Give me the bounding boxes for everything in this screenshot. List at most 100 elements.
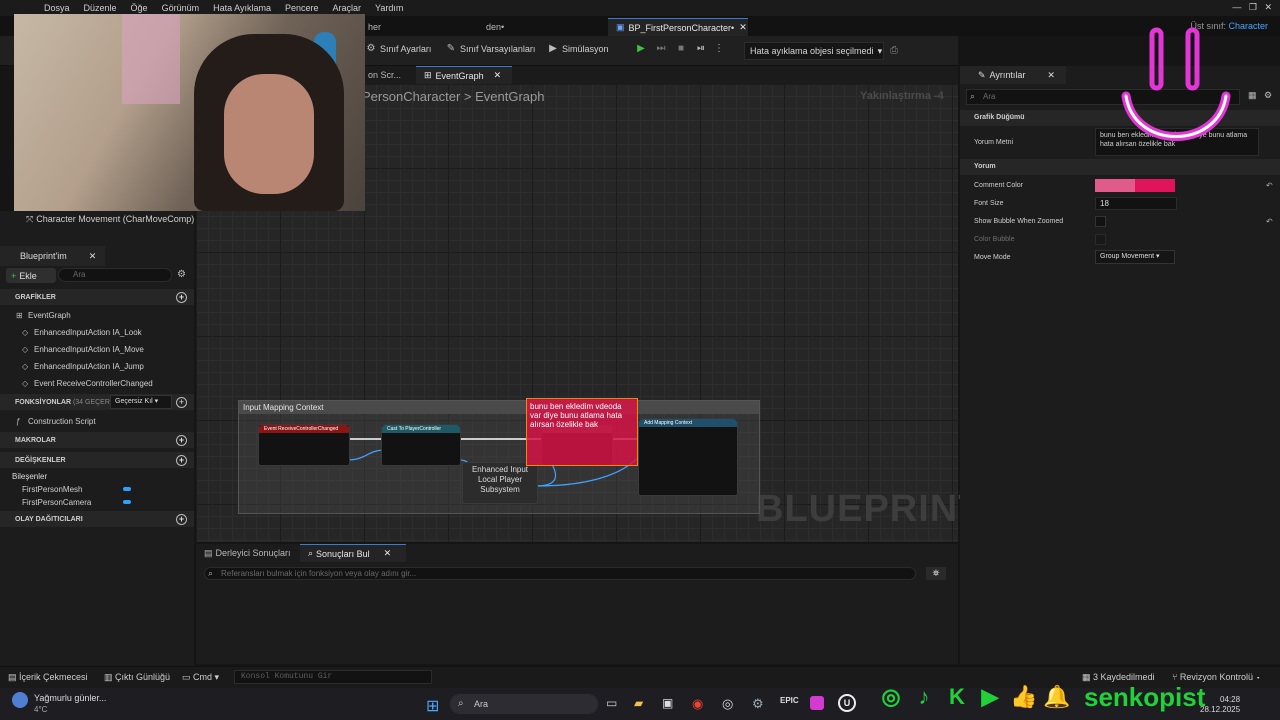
color-bubble-checkbox[interactable]	[1095, 234, 1106, 245]
menu-debug[interactable]: Hata Ayıklama	[213, 3, 271, 13]
class-defaults-button[interactable]: ✎ Sınıf Varsayılanları	[446, 44, 536, 55]
stop-icon[interactable]: ■	[676, 44, 686, 54]
unreal-engine-icon[interactable]: U	[838, 694, 856, 712]
graph-ia-look[interactable]: ◇ EnhancedInputAction IA_Look	[0, 324, 194, 340]
override-dropdown[interactable]: Geçersiz Kıl ▾	[110, 395, 172, 409]
node-event-receive-controller-changed[interactable]: Event ReceiveControllerChanged	[258, 424, 350, 466]
find-results-input[interactable]: Referansları bulmak için fonksiyon veya …	[204, 567, 916, 580]
add-macro-icon[interactable]: +	[176, 434, 187, 446]
windows-start-icon[interactable]: ⊞	[426, 696, 439, 716]
add-button[interactable]: + Ekle	[6, 268, 56, 283]
menu-window[interactable]: Pencere	[285, 3, 319, 13]
node-enhanced-input-subsystem[interactable]: Enhanced Input Local Player Subsystem	[462, 462, 538, 504]
components-category[interactable]: Bileşenler	[0, 470, 194, 482]
section-comment[interactable]: Yorum	[960, 159, 1280, 175]
weather-text[interactable]: Yağmurlu günler...	[34, 693, 106, 703]
gear-icon[interactable]: ⚙	[177, 269, 186, 280]
eject-icon[interactable]: ⏯	[696, 44, 706, 54]
close-icon[interactable]: ✕	[494, 70, 502, 81]
var-first-person-camera[interactable]: FirstPersonCamera	[0, 496, 194, 508]
menu-file[interactable]: Dosya	[44, 3, 70, 13]
blueprint-watermark: BLUEPRINT	[756, 488, 983, 530]
debug-icon[interactable]: ⎙	[890, 45, 898, 56]
node-add-mapping-context[interactable]: Add Mapping Context	[638, 418, 738, 496]
revision-control-button[interactable]: ⑂ Revizyon Kontrolü ▾	[1172, 672, 1261, 682]
close-icon[interactable]: ✕	[89, 251, 97, 262]
binoculars-icon[interactable]: ⛯	[926, 567, 946, 580]
step-icon[interactable]: ⏭	[656, 44, 666, 54]
tiktok-icon: ♪	[918, 684, 930, 709]
simulation-button[interactable]: ▶ Simülasyon	[548, 44, 608, 55]
gear-icon[interactable]: ⚙	[1264, 90, 1272, 101]
output-log-button[interactable]: ▥ Çıktı Günlüğü	[104, 672, 170, 683]
tab-construction-script[interactable]: on Scr...	[360, 66, 409, 84]
tab-details[interactable]: ✎ Ayrıntılar ✕	[960, 66, 1066, 84]
menu-edit[interactable]: Düzenle	[84, 3, 117, 13]
close-icon[interactable]: ✕	[1047, 70, 1055, 81]
parent-class-link[interactable]: Character	[1228, 21, 1268, 31]
brand-name: senkopist	[1084, 681, 1206, 712]
close-icon[interactable]: ✕	[739, 22, 747, 33]
store-icon[interactable]: ▣	[662, 696, 673, 710]
pink-comment-bubble[interactable]: bunu ben ekledim vdeoda var diye bunu at…	[526, 398, 638, 466]
console-input[interactable]: Konsol Komutunu Gir	[234, 670, 432, 684]
cmd-dropdown[interactable]: ▭ Cmd ▾	[182, 672, 219, 683]
weather-icon[interactable]	[12, 692, 28, 708]
section-graphs[interactable]: GRAFİKLER +	[0, 289, 194, 305]
table-view-icon[interactable]: ▦	[1248, 90, 1257, 101]
menu-tools[interactable]: Araçlar	[333, 3, 362, 13]
graph-ia-jump[interactable]: ◇ EnhancedInputAction IA_Jump	[0, 358, 194, 374]
add-variable-icon[interactable]: +	[176, 454, 187, 466]
function-construction-script[interactable]: ƒ Construction Script	[0, 413, 194, 429]
window-controls[interactable]: — ❐ ✕	[1232, 2, 1272, 13]
label-comment-text: Yorum Metni	[974, 139, 1014, 146]
node-cast-to-player-controller[interactable]: Cast To PlayerController	[381, 424, 461, 466]
component-char-movement[interactable]: ⤧ Character Movement (CharMoveComp)	[26, 214, 194, 225]
tab-bp-firstperson[interactable]: ▣ BP_FirstPersonCharacter• ✕	[608, 18, 748, 36]
menu-view[interactable]: Görünüm	[162, 3, 200, 13]
tab-compiler-results[interactable]: ▤ Derleyici Sonuçları	[196, 544, 299, 562]
chrome-icon[interactable]: ◉	[692, 696, 703, 712]
var-first-person-mesh[interactable]: FirstPersonMesh	[0, 483, 194, 495]
move-mode-dropdown[interactable]: Group Movement ▾	[1095, 250, 1175, 264]
reset-icon[interactable]: ↶	[1266, 181, 1273, 190]
graph-event-controller-changed[interactable]: ◇ Event ReceiveControllerChanged	[0, 375, 194, 391]
show-bubble-checkbox[interactable]	[1095, 216, 1106, 227]
taskbar-search[interactable]: Ara	[450, 694, 598, 714]
graph-ia-move[interactable]: ◇ EnhancedInputAction IA_Move	[0, 341, 194, 357]
graph-event-graph[interactable]: ⊞ EventGraph	[0, 307, 194, 323]
steam-icon[interactable]: ⚙	[752, 696, 764, 712]
blueprint-search-input[interactable]: Ara	[58, 268, 172, 282]
section-event-dispatchers[interactable]: OLAY DAĞITICILARI +	[0, 511, 194, 527]
tab-den[interactable]: den•	[478, 18, 512, 36]
section-variables[interactable]: DEĞİŞKENLER +	[0, 452, 194, 468]
section-macros[interactable]: MAKROLAR +	[0, 432, 194, 448]
clock[interactable]: 04:28 28.12.2025	[1200, 695, 1240, 715]
reset-icon[interactable]: ↶	[1266, 217, 1273, 226]
youtube-icon: ▶	[981, 684, 999, 709]
comment-color-swatch[interactable]	[1095, 179, 1175, 192]
close-icon[interactable]: ✕	[384, 548, 392, 559]
menu-help[interactable]: Yardım	[375, 3, 403, 13]
github-icon[interactable]: ◎	[722, 696, 733, 712]
debug-object-select[interactable]: Hata ayıklama objesi seçilmedi ▾	[744, 42, 884, 60]
blueprint-icon: ▣	[616, 22, 625, 32]
menu-asset[interactable]: Öğe	[131, 3, 148, 13]
epic-games-icon[interactable]: EPIC	[780, 696, 799, 705]
tab-event-graph[interactable]: ⊞ EventGraph ✕	[416, 66, 512, 84]
add-function-icon[interactable]: +	[176, 397, 187, 408]
font-size-input[interactable]: 18	[1095, 197, 1177, 210]
file-explorer-icon[interactable]: ▰	[634, 696, 643, 710]
task-view-icon[interactable]: ▭	[606, 696, 617, 710]
tab-find-results[interactable]: ⌕ Sonuçları Bul ✕	[300, 544, 406, 562]
tab-my-blueprint[interactable]: Blueprint'im ✕	[0, 246, 105, 266]
content-drawer-button[interactable]: ▤ İçerik Çekmecesi	[8, 672, 88, 683]
more-icon[interactable]: ⋮	[714, 44, 724, 54]
play-icon[interactable]: ▶	[636, 44, 646, 54]
painting-image	[122, 14, 180, 104]
add-graph-icon[interactable]: +	[176, 291, 187, 303]
class-settings-button[interactable]: ⚙ Sınıf Ayarları	[366, 44, 432, 55]
instagram-icon: ◎	[881, 684, 901, 709]
add-dispatcher-icon[interactable]: +	[176, 513, 187, 525]
app-icon[interactable]	[810, 696, 824, 710]
